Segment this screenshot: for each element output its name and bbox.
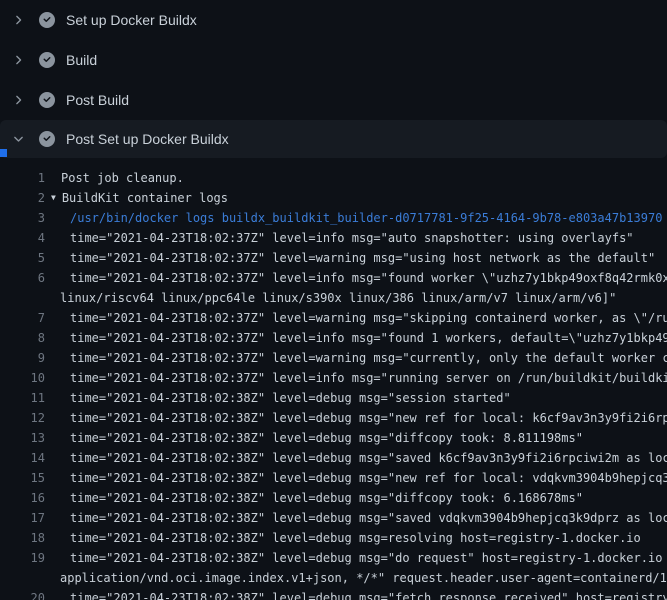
check-circle-icon bbox=[39, 52, 55, 68]
line-number[interactable]: 17 bbox=[0, 508, 45, 528]
log-row: 1Post job cleanup. bbox=[0, 168, 667, 188]
log-row: 7time="2021-04-23T18:02:37Z" level=warni… bbox=[0, 308, 667, 328]
log-row: 20time="2021-04-23T18:02:38Z" level=debu… bbox=[0, 588, 667, 600]
line-number[interactable]: 20 bbox=[0, 588, 45, 600]
line-number bbox=[0, 568, 45, 588]
line-number[interactable]: 11 bbox=[0, 388, 45, 408]
step-list: Set up Docker Buildx Build Post Build Post … bbox=[0, 0, 667, 158]
line-number bbox=[0, 288, 45, 308]
log-row: 14time="2021-04-23T18:02:38Z" level=debu… bbox=[0, 448, 667, 468]
log-group-header[interactable]: ▼ BuildKit container logs bbox=[45, 188, 667, 208]
group-collapse-caret-icon[interactable]: ▼ bbox=[51, 188, 56, 208]
log-line-text: time="2021-04-23T18:02:37Z" level=warnin… bbox=[45, 348, 667, 368]
log-row: 2 ▼ BuildKit container logs bbox=[0, 188, 667, 208]
log-row: 17time="2021-04-23T18:02:38Z" level=debu… bbox=[0, 508, 667, 528]
log-line-text: time="2021-04-23T18:02:38Z" level=debug … bbox=[45, 488, 667, 508]
log-line-text: application/vnd.oci.image.index.v1+json,… bbox=[45, 568, 667, 588]
log-row: 18time="2021-04-23T18:02:38Z" level=debu… bbox=[0, 528, 667, 548]
log-row: 19time="2021-04-23T18:02:38Z" level=debu… bbox=[0, 548, 667, 568]
log-line-text: time="2021-04-23T18:02:38Z" level=debug … bbox=[45, 588, 667, 600]
step-header-post-build[interactable]: Post Build bbox=[0, 80, 667, 120]
log-command-line: /usr/bin/docker logs buildx_buildkit_bui… bbox=[45, 208, 667, 228]
log-row: 13time="2021-04-23T18:02:38Z" level=debu… bbox=[0, 428, 667, 448]
log-row: 6time="2021-04-23T18:02:37Z" level=info … bbox=[0, 268, 667, 288]
log-line-text: time="2021-04-23T18:02:37Z" level=warnin… bbox=[45, 248, 667, 268]
line-number[interactable]: 12 bbox=[0, 408, 45, 428]
line-number[interactable]: 18 bbox=[0, 528, 45, 548]
chevron-right-icon bbox=[12, 12, 25, 28]
log-row: 3/usr/bin/docker logs buildx_buildkit_bu… bbox=[0, 208, 667, 228]
log-line-text: time="2021-04-23T18:02:38Z" level=debug … bbox=[45, 408, 667, 428]
step-header-build[interactable]: Build bbox=[0, 40, 667, 80]
log-row: 4time="2021-04-23T18:02:37Z" level=info … bbox=[0, 228, 667, 248]
log-row: 15time="2021-04-23T18:02:38Z" level=debu… bbox=[0, 468, 667, 488]
log-row: 12time="2021-04-23T18:02:38Z" level=debu… bbox=[0, 408, 667, 428]
chevron-right-icon bbox=[12, 52, 25, 68]
log-line-text: time="2021-04-23T18:02:38Z" level=debug … bbox=[45, 428, 667, 448]
log-line-text: time="2021-04-23T18:02:38Z" level=debug … bbox=[45, 528, 667, 548]
focus-indicator bbox=[0, 149, 7, 157]
log-group-title: BuildKit container logs bbox=[62, 188, 228, 208]
chevron-right-icon bbox=[12, 92, 25, 108]
log-row: 11time="2021-04-23T18:02:38Z" level=debu… bbox=[0, 388, 667, 408]
line-number[interactable]: 15 bbox=[0, 468, 45, 488]
check-circle-icon bbox=[39, 131, 55, 147]
line-number[interactable]: 5 bbox=[0, 248, 45, 268]
step-title: Post Set up Docker Buildx bbox=[66, 131, 229, 147]
log-line-text: time="2021-04-23T18:02:37Z" level=info m… bbox=[45, 328, 667, 348]
line-number[interactable]: 9 bbox=[0, 348, 45, 368]
line-number[interactable]: 2 bbox=[0, 188, 45, 208]
log-row: 9time="2021-04-23T18:02:37Z" level=warni… bbox=[0, 348, 667, 368]
chevron-down-icon bbox=[12, 131, 25, 147]
log-line-text: Post job cleanup. bbox=[45, 168, 667, 188]
line-number[interactable]: 16 bbox=[0, 488, 45, 508]
line-number[interactable]: 3 bbox=[0, 208, 45, 228]
log-line-text: time="2021-04-23T18:02:38Z" level=debug … bbox=[45, 508, 667, 528]
log-panel: 1Post job cleanup.2 ▼ BuildKit container l… bbox=[0, 158, 667, 600]
check-circle-icon bbox=[39, 12, 55, 28]
log-line-text: time="2021-04-23T18:02:37Z" level=info m… bbox=[45, 268, 667, 288]
log-row: 10time="2021-04-23T18:02:37Z" level=info… bbox=[0, 368, 667, 388]
line-number[interactable]: 13 bbox=[0, 428, 45, 448]
line-number[interactable]: 8 bbox=[0, 328, 45, 348]
line-number[interactable]: 10 bbox=[0, 368, 45, 388]
line-number[interactable]: 4 bbox=[0, 228, 45, 248]
log-row: application/vnd.oci.image.index.v1+json,… bbox=[0, 568, 667, 588]
step-header-post-set-up-docker-buildx[interactable]: Post Set up Docker Buildx bbox=[0, 120, 667, 158]
actions-log-viewer: Set up Docker Buildx Build Post Build Post … bbox=[0, 0, 667, 600]
log-line-text: linux/riscv64 linux/ppc64le linux/s390x … bbox=[45, 288, 667, 308]
log-line-text: time="2021-04-23T18:02:38Z" level=debug … bbox=[45, 548, 667, 568]
step-title: Post Build bbox=[66, 92, 129, 108]
log-line-text: time="2021-04-23T18:02:37Z" level=warnin… bbox=[45, 308, 667, 328]
log-row: 8time="2021-04-23T18:02:37Z" level=info … bbox=[0, 328, 667, 348]
step-title: Build bbox=[66, 52, 97, 68]
log-line-text: time="2021-04-23T18:02:37Z" level=info m… bbox=[45, 368, 667, 388]
step-title: Set up Docker Buildx bbox=[66, 12, 197, 28]
line-number[interactable]: 6 bbox=[0, 268, 45, 288]
line-number[interactable]: 1 bbox=[0, 168, 45, 188]
log-line-text: time="2021-04-23T18:02:38Z" level=debug … bbox=[45, 388, 667, 408]
log-row: linux/riscv64 linux/ppc64le linux/s390x … bbox=[0, 288, 667, 308]
line-number[interactable]: 19 bbox=[0, 548, 45, 568]
step-header-set-up-docker-buildx[interactable]: Set up Docker Buildx bbox=[0, 0, 667, 40]
log-line-text: time="2021-04-23T18:02:38Z" level=debug … bbox=[45, 468, 667, 488]
log-line-text: time="2021-04-23T18:02:38Z" level=debug … bbox=[45, 448, 667, 468]
line-number[interactable]: 7 bbox=[0, 308, 45, 328]
log-row: 5time="2021-04-23T18:02:37Z" level=warni… bbox=[0, 248, 667, 268]
line-number[interactable]: 14 bbox=[0, 448, 45, 468]
log-row: 16time="2021-04-23T18:02:38Z" level=debu… bbox=[0, 488, 667, 508]
log-line-text: time="2021-04-23T18:02:37Z" level=info m… bbox=[45, 228, 667, 248]
check-circle-icon bbox=[39, 92, 55, 108]
